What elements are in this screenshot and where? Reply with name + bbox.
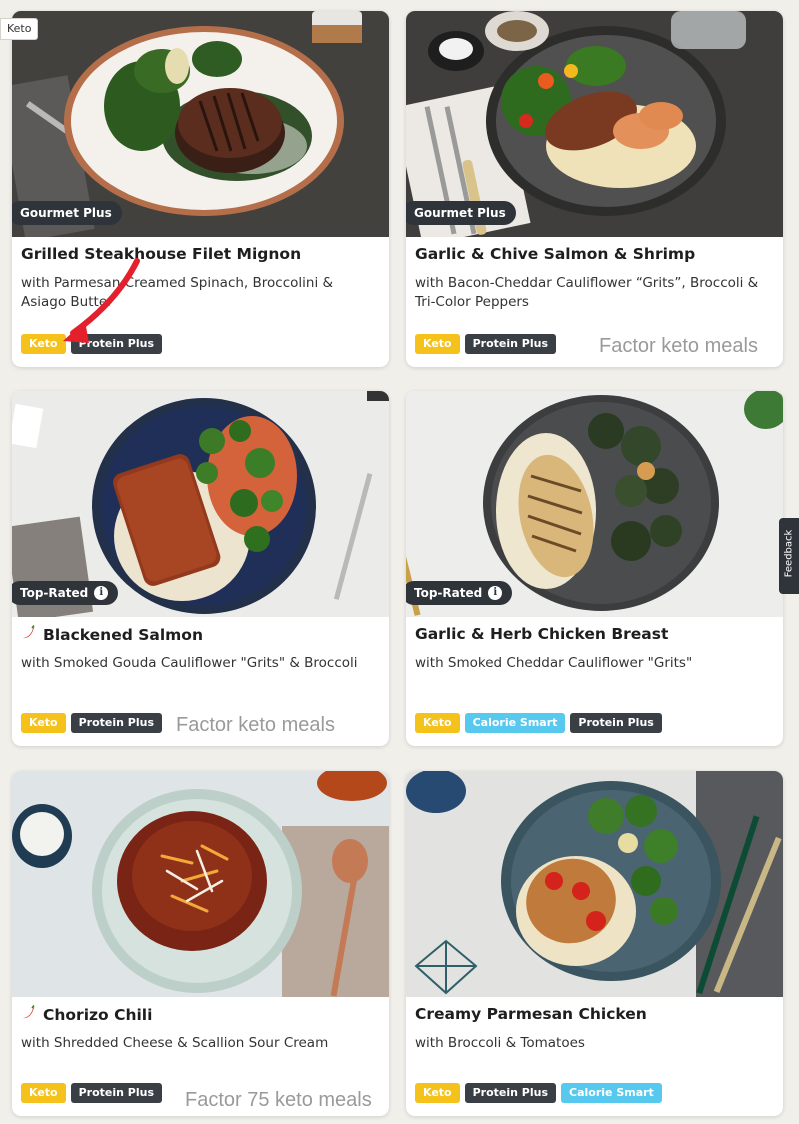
keto-filter-tag[interactable]: Keto [0, 18, 39, 40]
calorie-smart-tag: Calorie Smart [464, 713, 566, 733]
meal-subtitle: with Smoked Cheddar Cauliflower "Grits" [415, 655, 693, 671]
meal-card[interactable]: Creamy Parmesan Chicken with Broccoli & … [406, 771, 783, 1116]
chili-pepper-icon [21, 1005, 36, 1024]
meal-tags: Keto Calorie Smart Protein Plus [415, 713, 662, 733]
meal-tags: Keto Protein Plus [415, 334, 557, 354]
meal-title[interactable]: Chorizo Chili [21, 1005, 152, 1024]
meal-card[interactable]: Top-Rated i Garlic & Herb Chicken Breast … [406, 391, 783, 746]
meal-photo [406, 771, 783, 997]
protein-plus-tag: Protein Plus [70, 1083, 163, 1103]
meal-title[interactable]: Garlic & Herb Chicken Breast [415, 625, 668, 643]
info-icon[interactable]: i [488, 585, 503, 600]
keto-tag: Keto [415, 713, 460, 733]
meal-subtitle: with Shredded Cheese & Scallion Sour Cre… [21, 1035, 329, 1051]
keto-tag: Keto [21, 1083, 66, 1103]
meal-card[interactable]: Gourmet Plus Garlic & Chive Salmon & Shr… [406, 11, 783, 367]
keto-tag: Keto [21, 713, 66, 733]
meal-title[interactable]: Garlic & Chive Salmon & Shrimp [415, 245, 695, 263]
keto-tag: Keto [415, 1083, 460, 1103]
top-rated-badge[interactable]: Top-Rated i [406, 581, 513, 605]
calorie-smart-tag: Calorie Smart [561, 1083, 662, 1103]
keto-tag: Keto [415, 334, 460, 354]
gourmet-plus-badge: Gourmet Plus [12, 201, 122, 225]
meal-tags: Keto Protein Plus [21, 713, 163, 733]
meal-card[interactable]: Top-Rated i Blackened Salmon with Smoked … [12, 391, 389, 746]
meal-tags: Keto Protein Plus Calorie Smart [415, 1083, 662, 1103]
protein-plus-tag: Protein Plus [70, 713, 163, 733]
meal-subtitle: with Broccoli & Tomatoes [415, 1035, 585, 1051]
meal-photo [12, 771, 389, 997]
protein-plus-tag: Protein Plus [464, 334, 557, 354]
meal-subtitle: with Smoked Gouda Cauliflower "Grits" & … [21, 655, 358, 671]
meal-card[interactable]: Chorizo Chili with Shredded Cheese & Sca… [12, 771, 389, 1116]
gourmet-plus-badge: Gourmet Plus [406, 201, 516, 225]
meal-subtitle: with Bacon-Cheddar Cauliflower “Grits”, … [415, 275, 759, 310]
top-rated-badge[interactable]: Top-Rated i [12, 581, 119, 605]
protein-plus-tag: Protein Plus [570, 713, 662, 733]
watermark-text: Factor 75 keto meals [185, 1089, 372, 1111]
watermark-text: Factor keto meals [176, 714, 335, 736]
red-arrow-annotation [63, 258, 140, 343]
chili-pepper-icon [21, 625, 36, 644]
meal-tags: Keto Protein Plus [21, 1083, 163, 1103]
watermark-text: Factor keto meals [599, 335, 758, 357]
info-icon[interactable]: i [94, 585, 109, 600]
meal-title[interactable]: Blackened Salmon [21, 625, 203, 644]
protein-plus-tag: Protein Plus [464, 1083, 557, 1103]
meal-title[interactable]: Creamy Parmesan Chicken [415, 1005, 647, 1023]
feedback-tab[interactable]: Feedback [779, 518, 799, 594]
